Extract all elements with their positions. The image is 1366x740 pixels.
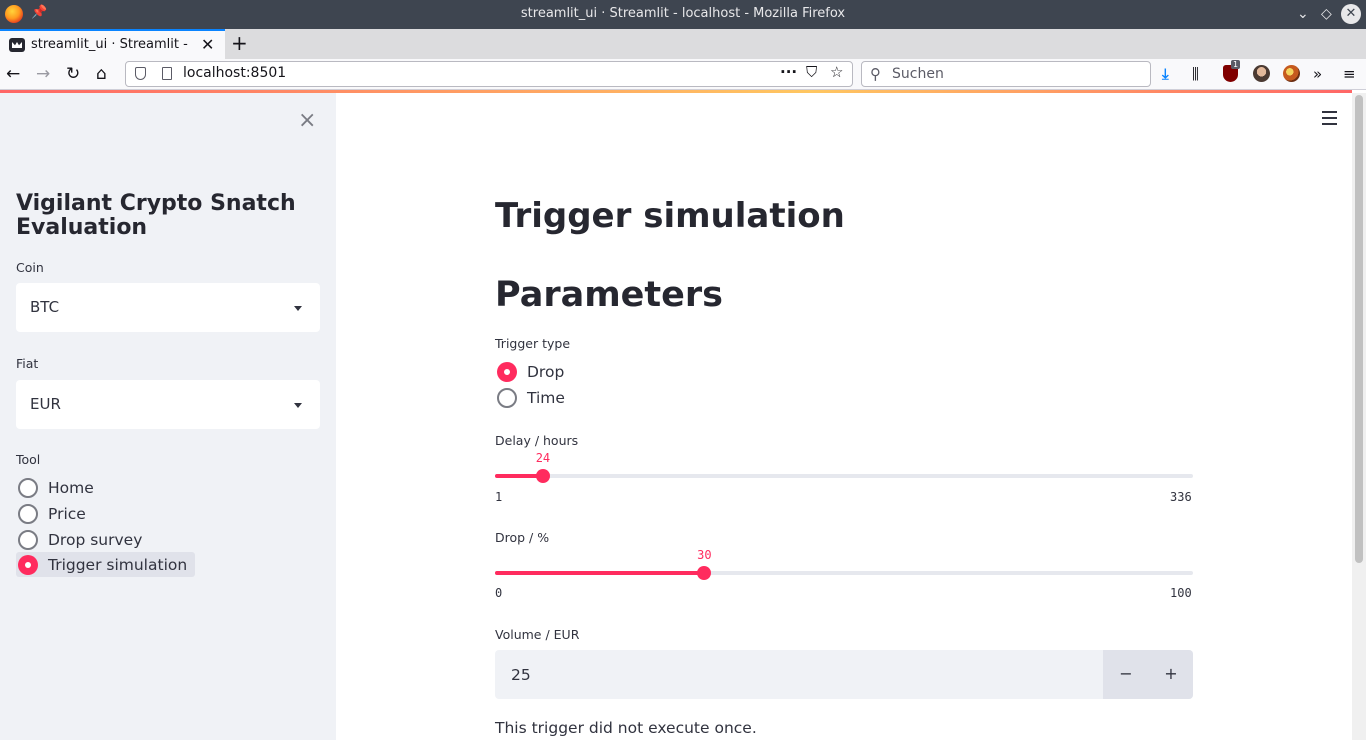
page-title: Trigger simulation — [495, 196, 845, 236]
home-icon[interactable]: ⌂ — [96, 63, 107, 85]
bookmark-star-icon[interactable]: ☆ — [830, 63, 843, 81]
section-heading: Parameters — [495, 275, 723, 315]
tab-close-icon[interactable]: ✕ — [201, 35, 214, 54]
increment-button[interactable]: + — [1161, 664, 1181, 683]
trigger-option-drop[interactable]: Drop — [495, 359, 572, 384]
search-input[interactable] — [892, 65, 1142, 83]
delay-slider[interactable] — [495, 469, 1193, 483]
trigger-option-label: Drop — [527, 362, 565, 381]
search-icon: ⚲ — [870, 65, 881, 83]
chevron-down-icon — [294, 306, 302, 311]
extension-avatar-icon[interactable] — [1283, 65, 1300, 82]
radio-selected-icon — [497, 361, 517, 382]
drop-value: 30 — [697, 548, 712, 562]
tool-option-label: Home — [48, 478, 94, 497]
url-text[interactable]: localhost:8501 — [183, 65, 286, 81]
window-close-button[interactable]: ✕ — [1341, 4, 1361, 24]
radio-circle-icon — [497, 387, 517, 408]
drop-slider-fill — [495, 571, 705, 575]
sidebar-close-icon[interactable]: × — [298, 108, 316, 133]
fiat-select[interactable]: EUR — [16, 380, 320, 429]
volume-stepper: − + — [1103, 650, 1193, 699]
navigation-bar: ← → ↻ ⌂ localhost:8501 ··· ⛉ ☆ ⚲ ⤓ ⫼ 1 »… — [0, 59, 1366, 90]
drop-min: 0 — [495, 586, 503, 600]
coin-label: Coin — [16, 260, 44, 275]
trigger-option-time[interactable]: Time — [495, 385, 573, 410]
volume-number-input: − + — [495, 650, 1193, 699]
tool-option-drop-survey[interactable]: Drop survey — [16, 527, 150, 552]
tool-label: Tool — [16, 452, 41, 467]
sidebar: × Vigilant Crypto Snatch Evaluation Coin… — [0, 93, 336, 740]
delay-value: 24 — [535, 451, 551, 465]
delay-max: 336 — [1170, 490, 1192, 504]
tool-option-label: Price — [48, 504, 86, 523]
window-titlebar: 📌 streamlit_ui · Streamlit - localhost -… — [0, 0, 1366, 29]
sidebar-title: Vigilant Crypto Snatch Evaluation — [16, 191, 296, 240]
account-avatar-icon[interactable] — [1253, 65, 1270, 82]
back-arrow-icon[interactable]: ← — [6, 63, 20, 85]
radio-circle-icon — [18, 529, 38, 550]
page-actions-icon[interactable]: ··· — [780, 63, 797, 81]
fiat-value: EUR — [30, 395, 61, 413]
drop-slider[interactable] — [495, 566, 1193, 580]
fiat-label: Fiat — [16, 356, 39, 371]
app-menu-icon[interactable] — [1322, 111, 1337, 125]
tool-option-label: Drop survey — [48, 530, 143, 549]
tab-title: streamlit_ui · Streamlit - localhost — [31, 37, 193, 52]
delay-slider-thumb[interactable] — [535, 469, 550, 483]
page-scrollbar[interactable] — [1352, 93, 1366, 740]
download-icon[interactable]: ⤓ — [1162, 64, 1169, 84]
decrement-button[interactable]: − — [1116, 664, 1136, 683]
page-info-icon[interactable] — [162, 67, 172, 80]
trigger-type-label: Trigger type — [495, 336, 571, 351]
tool-option-price[interactable]: Price — [16, 501, 94, 526]
radio-selected-icon — [18, 554, 38, 575]
tool-option-label: Trigger simulation — [48, 555, 188, 574]
volume-label: Volume / EUR — [495, 627, 580, 642]
radio-circle-icon — [18, 503, 38, 524]
radio-circle-icon — [18, 477, 38, 498]
new-tab-button[interactable]: + — [231, 31, 248, 55]
search-bar[interactable]: ⚲ — [861, 61, 1151, 87]
chevron-down-icon — [294, 403, 302, 408]
tab-bar: streamlit_ui · Streamlit - localhost ✕ + — [0, 29, 1366, 59]
overflow-chevron-icon[interactable]: » — [1313, 64, 1322, 84]
coin-value: BTC — [30, 298, 60, 316]
pocket-icon[interactable]: ⛉ — [806, 63, 817, 81]
window-title: streamlit_ui · Streamlit - localhost - M… — [520, 6, 846, 21]
tracking-shield-icon[interactable] — [135, 67, 146, 80]
tool-option-home[interactable]: Home — [16, 475, 102, 500]
drop-max: 100 — [1170, 586, 1192, 600]
hamburger-menu-icon[interactable]: ≡ — [1343, 64, 1356, 84]
drop-slider-thumb[interactable] — [697, 566, 712, 580]
drop-label: Drop / % — [495, 530, 550, 545]
library-icon[interactable]: ⫼ — [1192, 64, 1199, 84]
delay-label: Delay / hours — [495, 433, 579, 448]
coin-select[interactable]: BTC — [16, 283, 320, 332]
trigger-option-label: Time — [527, 388, 565, 407]
reload-icon[interactable]: ↻ — [66, 63, 80, 85]
delay-min: 1 — [495, 490, 503, 504]
maximize-icon[interactable]: ◇ — [1321, 5, 1332, 23]
streamlit-favicon-icon — [9, 38, 25, 52]
url-bar[interactable]: localhost:8501 ··· ⛉ ☆ — [125, 61, 853, 87]
forward-arrow-icon[interactable]: → — [36, 63, 50, 85]
ublock-badge: 1 — [1231, 60, 1241, 69]
tool-option-trigger-simulation[interactable]: Trigger simulation — [16, 552, 196, 577]
tab-streamlit[interactable]: streamlit_ui · Streamlit - localhost ✕ — [0, 29, 225, 59]
volume-input[interactable] — [511, 664, 911, 686]
minimize-icon[interactable]: ⌄ — [1297, 5, 1309, 23]
result-text: This trigger did not execute once. — [495, 719, 757, 737]
scrollbar-thumb[interactable] — [1355, 95, 1363, 563]
